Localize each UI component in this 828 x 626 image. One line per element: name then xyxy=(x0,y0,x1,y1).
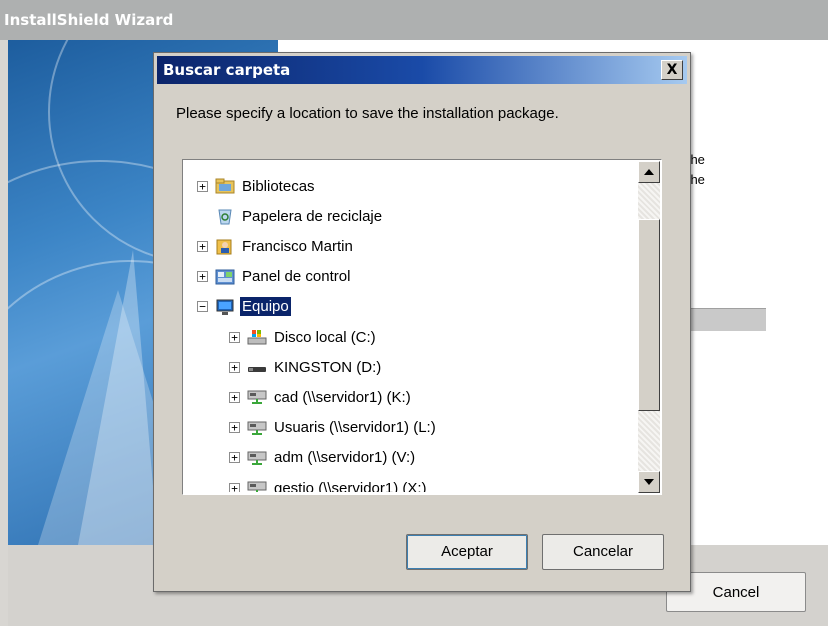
usb-drive-icon xyxy=(247,358,267,376)
tree-item[interactable]: + Usuaris (\\servidor1) (L:) xyxy=(229,415,438,441)
tree-item[interactable]: + Bibliotecas xyxy=(197,173,317,199)
expand-toggle[interactable]: + xyxy=(229,391,240,403)
expand-toggle[interactable]: + xyxy=(197,271,208,283)
recycle-bin-icon xyxy=(215,207,235,225)
network-drive-icon xyxy=(247,419,267,437)
browse-folder-dialog: Buscar carpeta X Please specify a locati… xyxy=(153,52,691,592)
dialog-title: Buscar carpeta xyxy=(163,61,291,79)
expand-toggle[interactable]: + xyxy=(229,422,240,434)
tree-item-label: Usuaris (\\servidor1) (L:) xyxy=(274,419,436,437)
expand-toggle[interactable]: + xyxy=(229,452,240,464)
network-drive-icon xyxy=(247,449,267,467)
scroll-thumb[interactable] xyxy=(638,219,660,411)
expand-toggle[interactable]: + xyxy=(229,331,240,343)
tree-item[interactable]: Papelera de reciclaje xyxy=(197,203,384,229)
expand-toggle[interactable]: + xyxy=(229,361,240,373)
scroll-up-button[interactable] xyxy=(638,161,660,183)
collapse-toggle[interactable]: − xyxy=(197,301,208,313)
network-drive-icon xyxy=(247,388,267,406)
tree-item-label: Equipo xyxy=(240,297,291,317)
tree-item-label: Bibliotecas xyxy=(242,177,315,195)
tree-item[interactable]: + gestio (\\servidor1) (X:) xyxy=(229,475,429,492)
close-button[interactable]: X xyxy=(661,60,683,80)
tree-item-label: KINGSTON (D:) xyxy=(274,358,382,376)
control-panel-icon xyxy=(215,268,235,286)
tree-item-label: Francisco Martin xyxy=(242,237,353,255)
scroll-down-arrow-icon xyxy=(644,479,654,485)
tree-item[interactable]: + Panel de control xyxy=(197,264,352,290)
expand-toggle[interactable]: + xyxy=(197,240,208,252)
installshield-title: InstallShield Wizard xyxy=(4,11,174,29)
computer-icon xyxy=(215,298,235,316)
dialog-instruction-text: Please specify a location to save the in… xyxy=(176,105,559,122)
folder-tree[interactable]: + Bibliotecas Papelera de reciclaje + Franci… xyxy=(182,159,662,495)
close-icon: X xyxy=(666,62,678,78)
scroll-down-button[interactable] xyxy=(638,471,660,493)
scroll-up-arrow-icon xyxy=(644,169,654,175)
user-folder-icon xyxy=(215,237,235,255)
tree-item-label: cad (\\servidor1) (K:) xyxy=(274,388,411,406)
tree-item[interactable]: + adm (\\servidor1) (V:) xyxy=(229,445,417,471)
tree-item-label: gestio (\\servidor1) (X:) xyxy=(274,479,427,493)
network-drive-icon xyxy=(247,479,267,492)
dialog-title-bar[interactable]: Buscar carpeta X xyxy=(157,56,687,84)
expand-toggle[interactable]: + xyxy=(229,482,240,492)
tree-item[interactable]: + KINGSTON (D:) xyxy=(229,354,383,380)
tree-scrollbar[interactable] xyxy=(638,161,660,493)
accept-button[interactable]: Aceptar xyxy=(406,534,528,570)
local-disk-icon xyxy=(247,328,267,346)
installshield-title-bar: InstallShield Wizard xyxy=(0,0,828,40)
tree-item[interactable]: + Disco local (C:) xyxy=(229,324,378,350)
tree-item-label: Panel de control xyxy=(242,268,351,286)
tree-item-label: Disco local (C:) xyxy=(274,328,376,346)
libraries-icon xyxy=(215,177,235,195)
tree-item-label: Papelera de reciclaje xyxy=(242,207,383,225)
tree-item[interactable]: − Equipo xyxy=(197,294,291,320)
expand-toggle[interactable]: + xyxy=(197,180,208,192)
cancel-button[interactable]: Cancelar xyxy=(542,534,664,570)
tree-item-label: adm (\\servidor1) (V:) xyxy=(274,449,416,467)
tree-item[interactable]: + cad (\\servidor1) (K:) xyxy=(229,384,413,410)
tree-item[interactable]: + Francisco Martin xyxy=(197,233,355,259)
folder-tree-list: + Bibliotecas Papelera de reciclaje + Franci… xyxy=(185,162,637,492)
